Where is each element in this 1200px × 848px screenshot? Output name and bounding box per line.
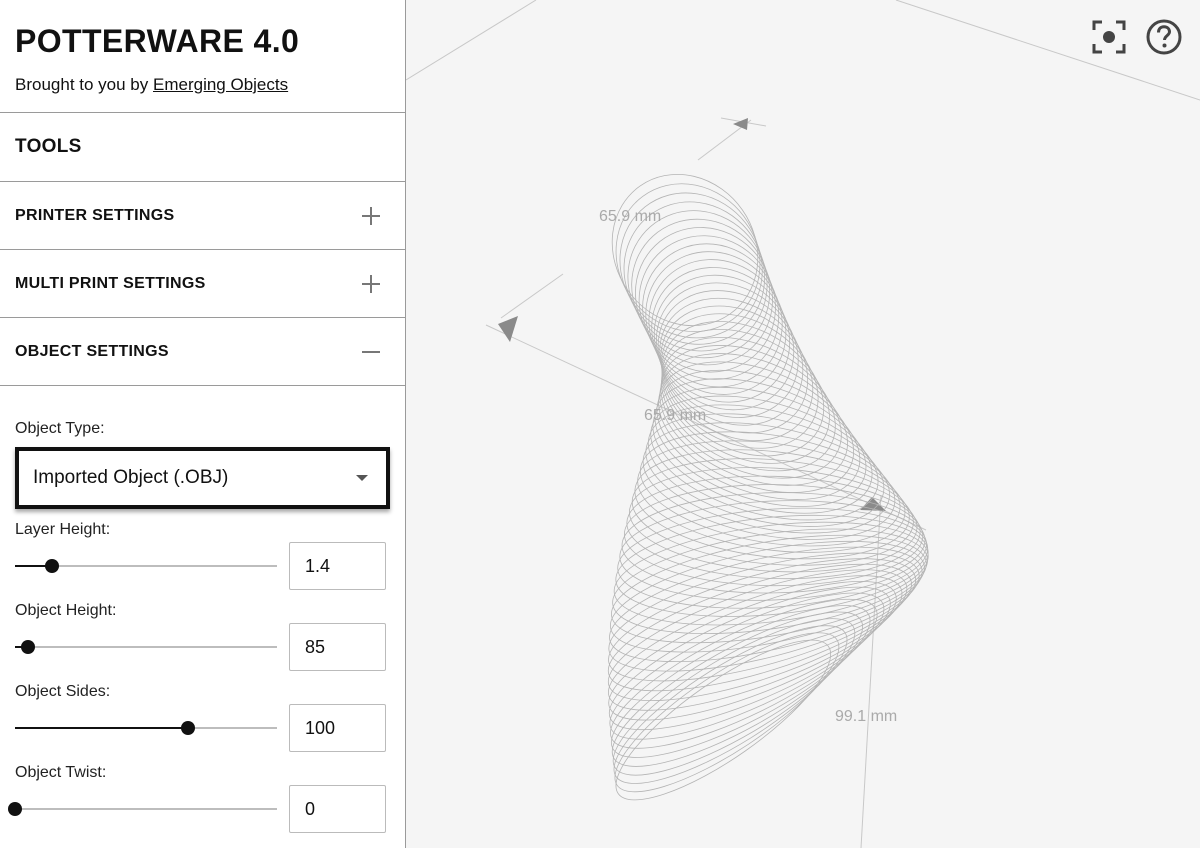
dimension-label: 65.9 mm — [599, 208, 661, 225]
object-height-input[interactable] — [289, 623, 386, 671]
mesh-layer — [609, 592, 885, 740]
slider-thumb[interactable] — [8, 802, 22, 816]
object-preview[interactable]: 65.9 mm 65.9 mm 99.1 mm — [406, 0, 1200, 848]
mesh-layer — [612, 618, 856, 776]
object-twist-field: Object Twist: — [8, 764, 405, 833]
subtitle-text: Brought to you by — [15, 75, 149, 94]
object-type-select[interactable]: Imported Object (.OBJ) — [15, 447, 390, 509]
mesh-layer — [651, 267, 791, 403]
focus-icon — [1092, 20, 1126, 54]
section-printer-settings[interactable]: PRINTER SETTINGS — [0, 182, 405, 250]
object-sides-field: Object Sides: — [15, 683, 405, 752]
object-sides-label: Object Sides: — [15, 683, 111, 700]
mesh-layer — [642, 422, 896, 540]
slider-thumb[interactable] — [180, 721, 195, 735]
dimension-label: 65.9 mm — [644, 407, 706, 424]
object-height-label: Object Height: — [15, 602, 117, 619]
help-icon — [1146, 19, 1182, 55]
slider-thumb[interactable] — [21, 640, 36, 654]
section-tools[interactable]: TOOLS — [0, 113, 405, 182]
object-settings-panel: Object Type: Imported Object (.OBJ) Laye… — [0, 420, 405, 833]
object-sides-input[interactable] — [289, 704, 386, 752]
app-header: POTTERWARE 4.0 Brought to you by Emergin… — [0, 0, 405, 113]
mesh-layer — [623, 201, 765, 345]
chevron-down-icon — [356, 475, 368, 481]
layer-height-field: Layer Height: — [15, 521, 405, 590]
focus-button[interactable] — [1090, 18, 1128, 56]
mesh-layer — [658, 361, 855, 493]
object-type-value: Imported Object (.OBJ) — [33, 467, 229, 488]
layer-height-input[interactable] — [289, 542, 386, 590]
mesh-layer — [608, 558, 917, 682]
collapse-minus-icon[interactable] — [361, 342, 381, 362]
object-type-label: Object Type: — [15, 420, 105, 437]
layer-height-label: Layer Height: — [15, 521, 111, 538]
section-printer-settings-title: PRINTER SETTINGS — [15, 206, 175, 224]
help-button[interactable] — [1145, 18, 1183, 56]
slider-thumb[interactable] — [44, 559, 59, 573]
object-twist-label: Object Twist: — [15, 764, 107, 781]
object-sides-slider[interactable] — [15, 717, 277, 739]
mesh-layer — [659, 297, 809, 434]
section-multi-print-settings[interactable]: MULTI PRINT SETTINGS — [0, 250, 405, 318]
object-twist-input[interactable] — [289, 785, 386, 833]
section-object-settings-title: OBJECT SETTINGS — [15, 342, 169, 360]
sidebar: POTTERWARE 4.0 Brought to you by Emergin… — [0, 0, 406, 848]
expand-plus-icon[interactable] — [361, 274, 381, 294]
layer-height-slider[interactable] — [15, 555, 277, 577]
emerging-objects-link[interactable]: Emerging Objects — [153, 75, 288, 94]
dimension-label: 99.1 mm — [835, 708, 897, 725]
app-subtitle: Brought to you by Emerging Objects — [15, 75, 391, 95]
app-title: POTTERWARE 4.0 — [15, 23, 300, 59]
section-multi-print-settings-title: MULTI PRINT SETTINGS — [15, 274, 206, 292]
section-object-settings[interactable]: OBJECT SETTINGS — [0, 318, 405, 386]
3d-viewport[interactable]: 65.9 mm 65.9 mm 99.1 mm — [406, 0, 1200, 848]
section-tools-title: TOOLS — [15, 136, 82, 157]
expand-plus-icon[interactable] — [361, 206, 381, 226]
object-height-field: Object Height: — [15, 602, 405, 671]
object-height-slider[interactable] — [15, 636, 277, 658]
object-twist-slider[interactable] — [8, 798, 277, 820]
